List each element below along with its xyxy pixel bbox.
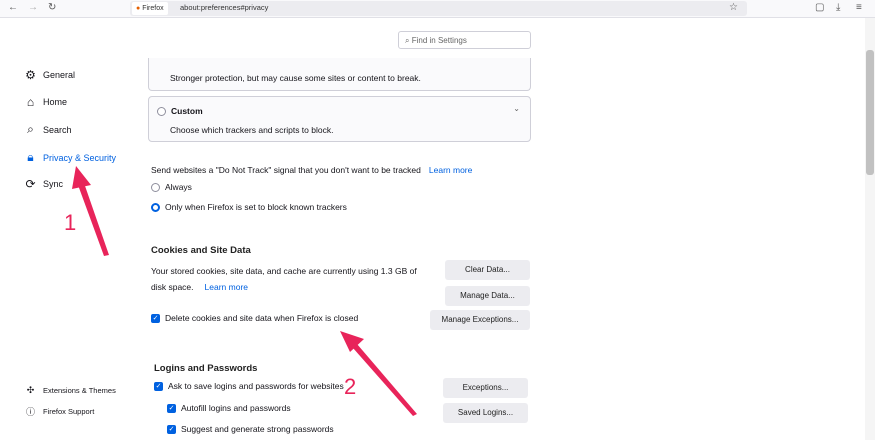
arrow-1 [72, 166, 109, 256]
annotation-arrows [72, 166, 417, 416]
annotation-number-1: 1 [64, 210, 77, 235]
annotation-number-2: 2 [344, 374, 357, 399]
